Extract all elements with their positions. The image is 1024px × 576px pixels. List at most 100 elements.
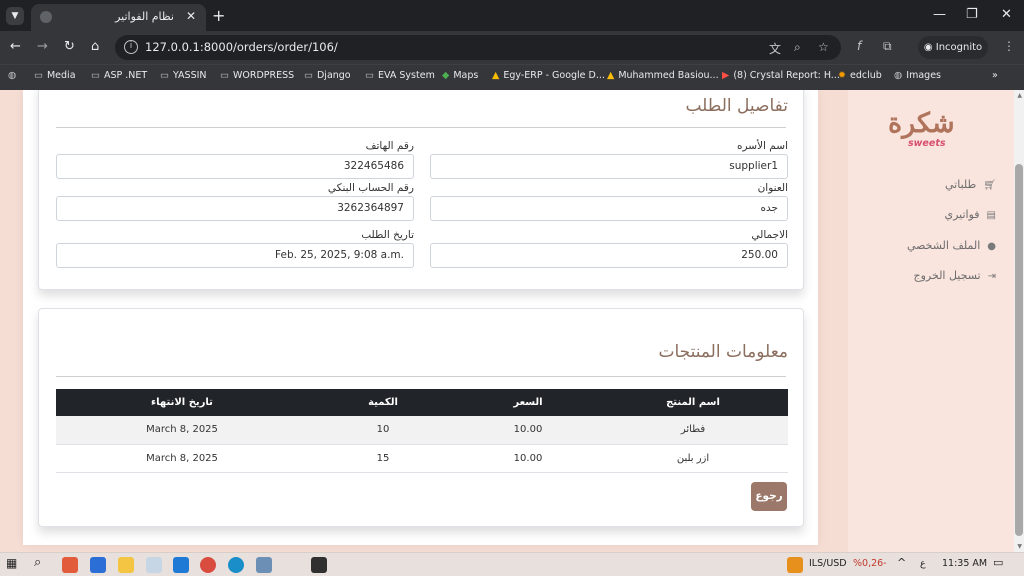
products-table: اسم المنتج السعر الكمية تاريخ الانتهاء ف… [56,389,788,473]
tab-close-icon[interactable]: ✕ [186,9,196,23]
font-icon[interactable]: f [857,39,861,53]
incognito-icon: ◉ [923,42,936,53]
bookmark-yassin[interactable]: ▭ YASSIN [160,70,207,81]
table-header-row: اسم المنتج السعر الكمية تاريخ الانتهاء [56,389,788,416]
bookmark-django[interactable]: ▭ Django [304,70,351,81]
tab-search-button[interactable]: ▼ [6,7,24,25]
browser-toolbar: ← → ↻ ⌂ i 127.0.0.1:8000/orders/order/10… [0,31,1024,64]
sidebar-item-invoices[interactable]: ▤فواتيري [944,208,996,221]
outlook-icon[interactable] [90,557,106,573]
vscode-icon[interactable] [173,557,189,573]
minimize-button[interactable]: — [933,7,946,22]
total-label: الاجمالي [751,229,788,241]
back-button[interactable]: ← [10,39,21,54]
table-cell: فطائر [598,416,788,445]
folder-icon: ▭ [304,70,313,81]
app-icon-1[interactable] [62,557,78,573]
bookmark-aspnet[interactable]: ▭ ASP .NET [91,70,147,81]
divider [56,376,786,377]
drive-icon: ▲ [492,70,500,81]
brand-logo[interactable]: شكرة sweets [884,108,966,152]
chrome-icon[interactable] [200,557,216,573]
tray-overflow-icon[interactable]: ^ [897,556,906,569]
folder-icon: ▭ [91,70,100,81]
order-date-field[interactable]: Feb. 25, 2025, 9:08 a.m. [56,243,414,268]
file-explorer-icon[interactable] [118,557,134,573]
clock[interactable]: 11:35 AM [942,558,987,569]
address-field[interactable]: جده [430,196,788,221]
address-bar[interactable]: i 127.0.0.1:8000/orders/order/106/ 文 ⌕ ☆ [115,35,841,60]
input-language[interactable]: ع [920,558,926,569]
bookmark-muhammed[interactable]: ▲ Muhammed Basiou... [607,70,719,81]
bookmark-crystal[interactable]: ▶ (8) Crystal Report: H... [722,70,840,81]
folder-icon: ▭ [34,70,43,81]
bookmark-images[interactable]: ◍ Images [894,70,941,81]
drive-icon: ▲ [607,70,615,81]
sidebar-item-logout[interactable]: ⇥تسجيل الخروج [913,269,996,282]
phone-field[interactable]: 322465486 [56,154,414,179]
phone-label: رقم الهاتف [365,140,414,152]
currency-change: %0,26- [853,558,887,569]
scrollbar-thumb[interactable] [1015,164,1023,536]
edge-icon[interactable] [228,557,244,573]
zoom-icon[interactable]: ⌕ [794,40,801,55]
bookmark-wordpress[interactable]: ▭ WORDPRESS [220,70,294,81]
column-header: اسم المنتج [666,397,720,408]
total-field[interactable]: 250.00 [430,243,788,268]
url-text[interactable]: 127.0.0.1:8000/orders/order/106/ [145,40,338,54]
menu-icon[interactable]: ⋮ [1003,39,1015,53]
sidebar-item-profile[interactable]: ●الملف الشخصي [907,239,996,252]
sidebar-item-orders[interactable]: 🛒︎طلباتي [945,178,996,191]
bookmark-maps[interactable]: ◆ Maps [442,70,478,81]
search-icon[interactable]: ⌕ [34,555,41,570]
bookmark-eva[interactable]: ▭ EVA System [365,70,435,81]
page-viewport: شكرة sweets 🛒︎طلباتي ▤فواتيري ●الملف الش… [0,90,1024,552]
scroll-down-icon[interactable]: ▼ [1017,543,1022,550]
bookmark-egyerp[interactable]: ▲ Egy-ERP - Google D... [492,70,605,81]
forward-button[interactable]: → [37,39,48,54]
notifications-icon[interactable]: ▭ [993,556,1003,569]
table-cell: March 8, 2025 [56,416,308,445]
close-window-button[interactable]: ✕ [1001,7,1012,22]
restore-button[interactable]: ❐ [966,7,978,22]
app-icon-2[interactable] [146,557,162,573]
logout-icon: ⇥ [987,271,996,282]
incognito-label: Incognito [935,42,983,53]
bookmarks-bar: ◍ ▭ Media ▭ ASP .NET ▭ YASSIN ▭ WORDPRESS ▭ D… [0,64,1024,90]
address-label: العنوان [757,182,788,194]
bookmark-media[interactable]: ▭ Media [34,70,76,81]
logo-text: شكرة [888,108,955,139]
currency-pair[interactable]: ILS/USD [809,558,847,569]
back-button-page[interactable]: رجوع [751,482,787,511]
terminal-icon[interactable] [311,557,327,573]
home-button[interactable]: ⌂ [91,39,99,54]
bookmark-star-icon[interactable]: ☆ [818,40,829,54]
page-scrollbar[interactable]: ▲ ▼ [1014,90,1024,552]
folder-icon: ▭ [365,70,374,81]
bookmarks-overflow-icon[interactable]: » [992,70,998,81]
folder-icon: ▭ [160,70,169,81]
start-icon[interactable]: ▦ [6,556,17,570]
bookmark-edclub[interactable]: ✹ edclub [838,70,882,81]
translate-icon[interactable]: 文 [769,40,781,57]
bookmark-globe-icon[interactable]: ◍ [8,70,20,81]
edclub-icon: ✹ [838,70,846,81]
app-icon-3[interactable] [256,557,272,573]
main-content: تفاصيل الطلب اسم الأسره supplier1 رقم ال… [23,90,818,545]
maps-icon: ◆ [442,70,450,81]
currency-widget-icon [787,557,803,573]
table-cell: March 8, 2025 [56,444,308,473]
incognito-badge[interactable]: ◉ Incognito [918,36,988,59]
bank-account-field[interactable]: 3262364897 [56,196,414,221]
new-tab-button[interactable]: + [212,6,225,25]
scroll-up-icon[interactable]: ▲ [1017,92,1022,99]
browser-tab[interactable]: نظام الفواتير ✕ [31,4,206,31]
table-row: ازر بلبن 10.00 15 March 8, 2025 [56,444,788,473]
site-info-icon[interactable]: i [124,40,138,54]
reload-button[interactable]: ↻ [64,39,75,54]
table-cell: ازر بلبن [598,444,788,473]
extensions-icon[interactable]: ⧉ [883,39,892,54]
table-row: فطائر 10.00 10 March 8, 2025 [56,416,788,445]
family-field[interactable]: supplier1 [430,154,788,179]
order-details-card: تفاصيل الطلب اسم الأسره supplier1 رقم ال… [38,90,804,290]
